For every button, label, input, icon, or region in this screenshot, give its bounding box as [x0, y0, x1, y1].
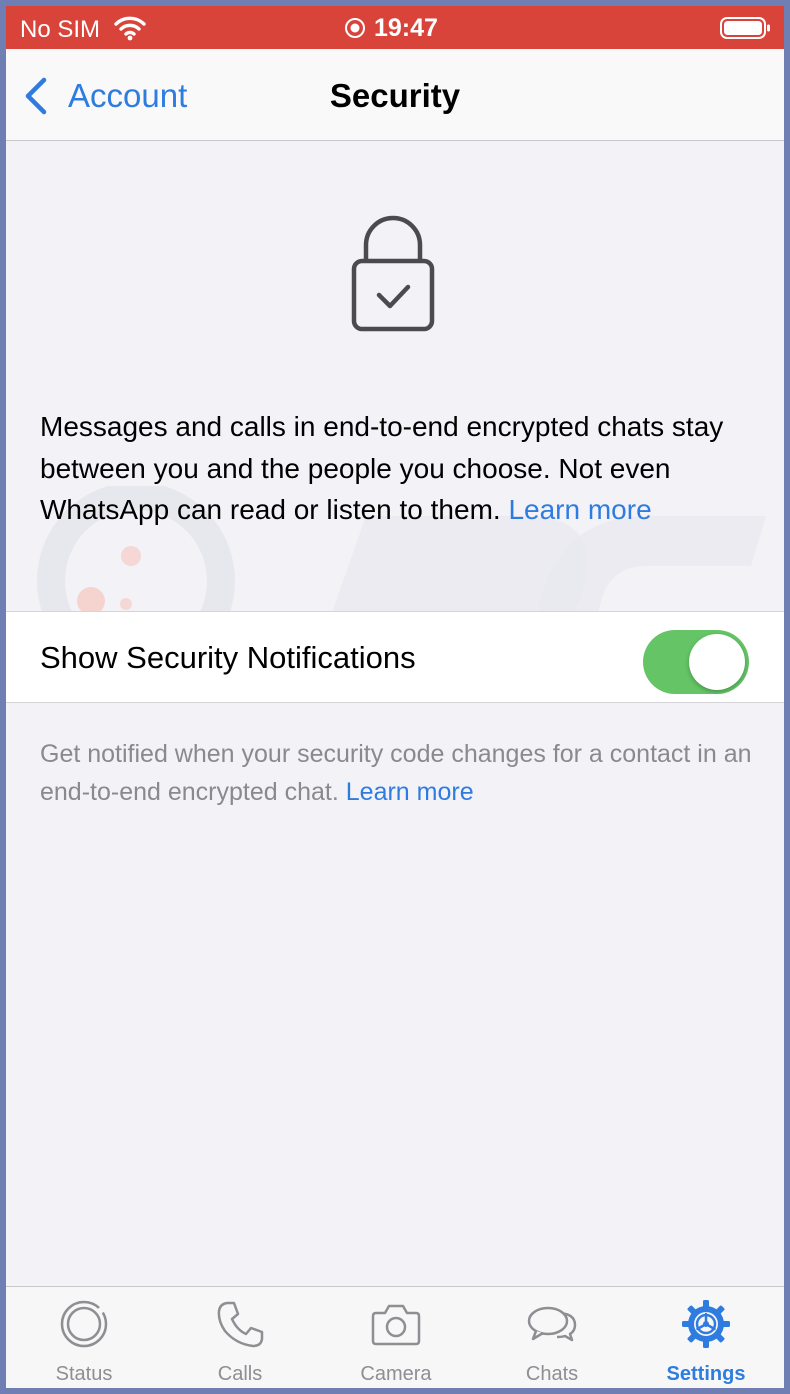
tab-status[interactable]: Status [6, 1287, 162, 1388]
tab-bar: Status Calls Camera Chats Settings [6, 1286, 784, 1388]
phone-screen: No SIM 19:47 Account Security Messages a… [6, 6, 784, 1388]
encryption-description: Messages and calls in end-to-end encrypt… [40, 406, 760, 531]
page-title: Security [329, 77, 461, 114]
wifi-icon [114, 16, 146, 41]
notifications-footnote: Get notified when your security code cha… [40, 736, 760, 811]
lock-check-icon [351, 215, 435, 332]
camera-icon [371, 1304, 421, 1346]
show-security-notifications-toggle[interactable] [643, 630, 749, 694]
tab-camera[interactable]: Camera [318, 1287, 474, 1388]
location-lock-icon [345, 18, 365, 38]
tab-camera-label: Camera [360, 1363, 432, 1385]
tab-settings[interactable]: Settings [628, 1287, 784, 1388]
clock-time: 19:47 [374, 13, 438, 42]
toggle-knob [689, 634, 745, 690]
tab-calls[interactable]: Calls [162, 1287, 318, 1388]
status-center: 19:47 [344, 13, 438, 42]
learn-more-link[interactable]: Learn more [508, 494, 651, 525]
gear-icon [682, 1300, 730, 1348]
tab-calls-label: Calls [217, 1363, 263, 1385]
carrier-label: No SIM [20, 16, 101, 43]
status-bar: No SIM 19:47 [6, 6, 784, 49]
tab-status-label: Status [55, 1363, 113, 1385]
footnote-learn-more-link[interactable]: Learn more [346, 778, 474, 806]
navigation-bar: Account Security [6, 49, 784, 141]
tab-chats-label: Chats [525, 1363, 579, 1385]
battery-icon [720, 17, 770, 39]
tab-chats[interactable]: Chats [474, 1287, 630, 1388]
show-security-notifications-row: Show Security Notifications [6, 611, 784, 703]
chat-bubbles-icon [527, 1306, 577, 1342]
phone-icon [217, 1301, 264, 1348]
show-security-notifications-label: Show Security Notifications [40, 640, 416, 675]
tab-settings-label: Settings [666, 1363, 746, 1385]
status-icon [60, 1300, 108, 1348]
